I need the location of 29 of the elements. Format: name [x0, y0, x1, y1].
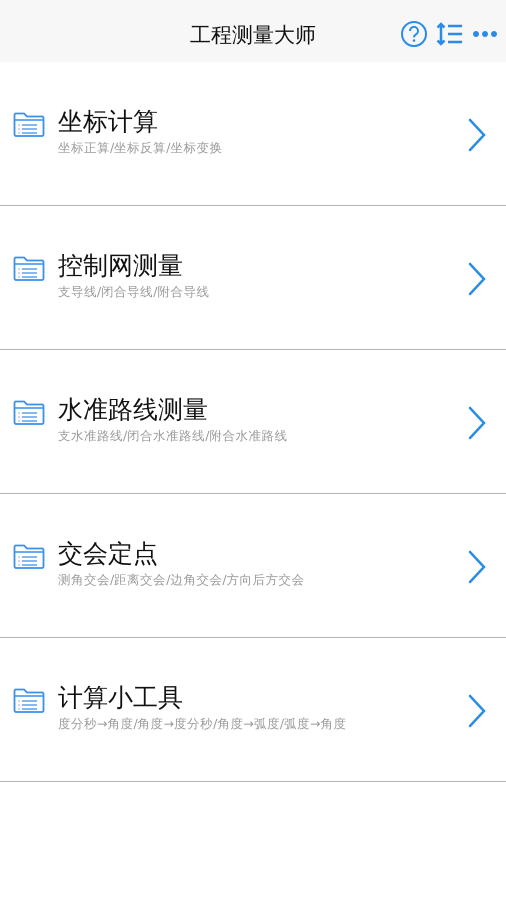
folder-list-icon [13, 400, 45, 426]
menu-item[interactable]: 计算小工具 度分秒→角度/角度→度分秒/角度→弧度/弧度→角度 [0, 638, 506, 782]
menu-item-subtitle: 测角交会/距离交会/边角交会/方向后方交会 [58, 572, 305, 589]
folder-list-icon [13, 256, 45, 282]
menu-item-title: 坐标计算 [58, 106, 158, 138]
menu-item[interactable]: 交会定点 测角交会/距离交会/边角交会/方向后方交会 [0, 494, 506, 638]
menu-item-subtitle: 支水准路线/闭合水准路线/附合水准路线 [58, 428, 288, 445]
menu-item[interactable]: 坐标计算 坐标正算/坐标反算/坐标变换 [0, 62, 506, 206]
menu-item-subtitle: 度分秒→角度/角度→度分秒/角度→弧度/弧度→角度 [58, 716, 347, 733]
chevron-right-icon [468, 550, 486, 584]
menu-item-title: 交会定点 [58, 538, 158, 570]
chevron-right-icon [468, 694, 486, 728]
menu-item-title: 控制网测量 [58, 250, 183, 282]
menu-item-title: 计算小工具 [58, 682, 183, 714]
chevron-right-icon [468, 406, 486, 440]
sort-list-icon[interactable] [436, 21, 464, 47]
chevron-right-icon [468, 118, 486, 152]
app-title: 工程测量大师 [190, 22, 316, 49]
more-icon[interactable] [472, 30, 498, 38]
chevron-right-icon [468, 262, 486, 296]
help-icon[interactable] [400, 20, 428, 48]
menu-item[interactable]: 水准路线测量 支水准路线/闭合水准路线/附合水准路线 [0, 350, 506, 494]
folder-list-icon [13, 112, 45, 138]
menu-item-subtitle: 支导线/闭合导线/附合导线 [58, 284, 210, 301]
menu-item-title: 水准路线测量 [58, 394, 208, 426]
menu-item-subtitle: 坐标正算/坐标反算/坐标变换 [58, 140, 222, 157]
folder-list-icon [13, 544, 45, 570]
menu-item[interactable]: 控制网测量 支导线/闭合导线/附合导线 [0, 206, 506, 350]
folder-list-icon [13, 688, 45, 714]
